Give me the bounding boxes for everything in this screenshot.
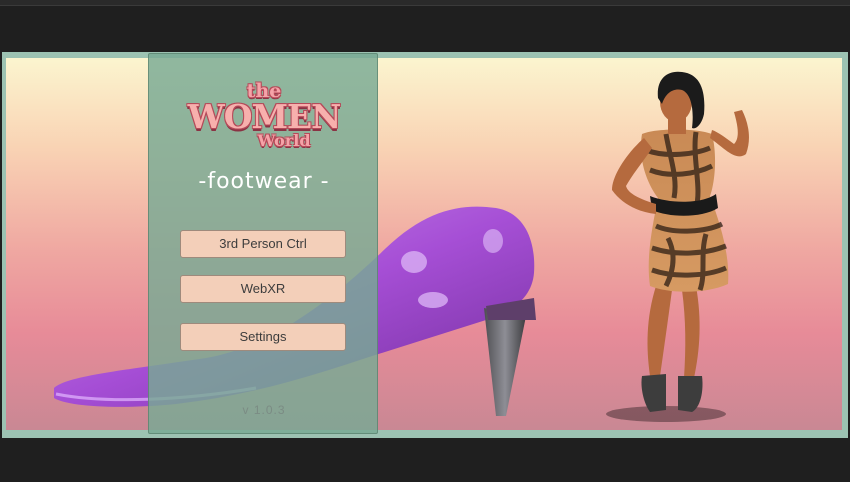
webxr-button[interactable]: WebXR [180, 275, 346, 303]
scene-artwork [54, 71, 749, 422]
logo-line-world: World [257, 131, 311, 150]
game-subtitle: -footwear - [198, 169, 330, 194]
logo-line-women: WOMEN [187, 97, 342, 136]
character-figure [606, 71, 749, 422]
third-person-ctrl-button[interactable]: 3rd Person Ctrl [180, 230, 346, 258]
main-menu-panel: the WOMEN World -footwear - 3rd Person C… [148, 53, 378, 434]
window-top-bar [0, 0, 850, 6]
settings-button[interactable]: Settings [180, 323, 346, 351]
game-scene[interactable] [6, 58, 842, 430]
game-logo: the WOMEN World [149, 82, 379, 150]
version-label: v 1.0.3 [242, 403, 286, 417]
